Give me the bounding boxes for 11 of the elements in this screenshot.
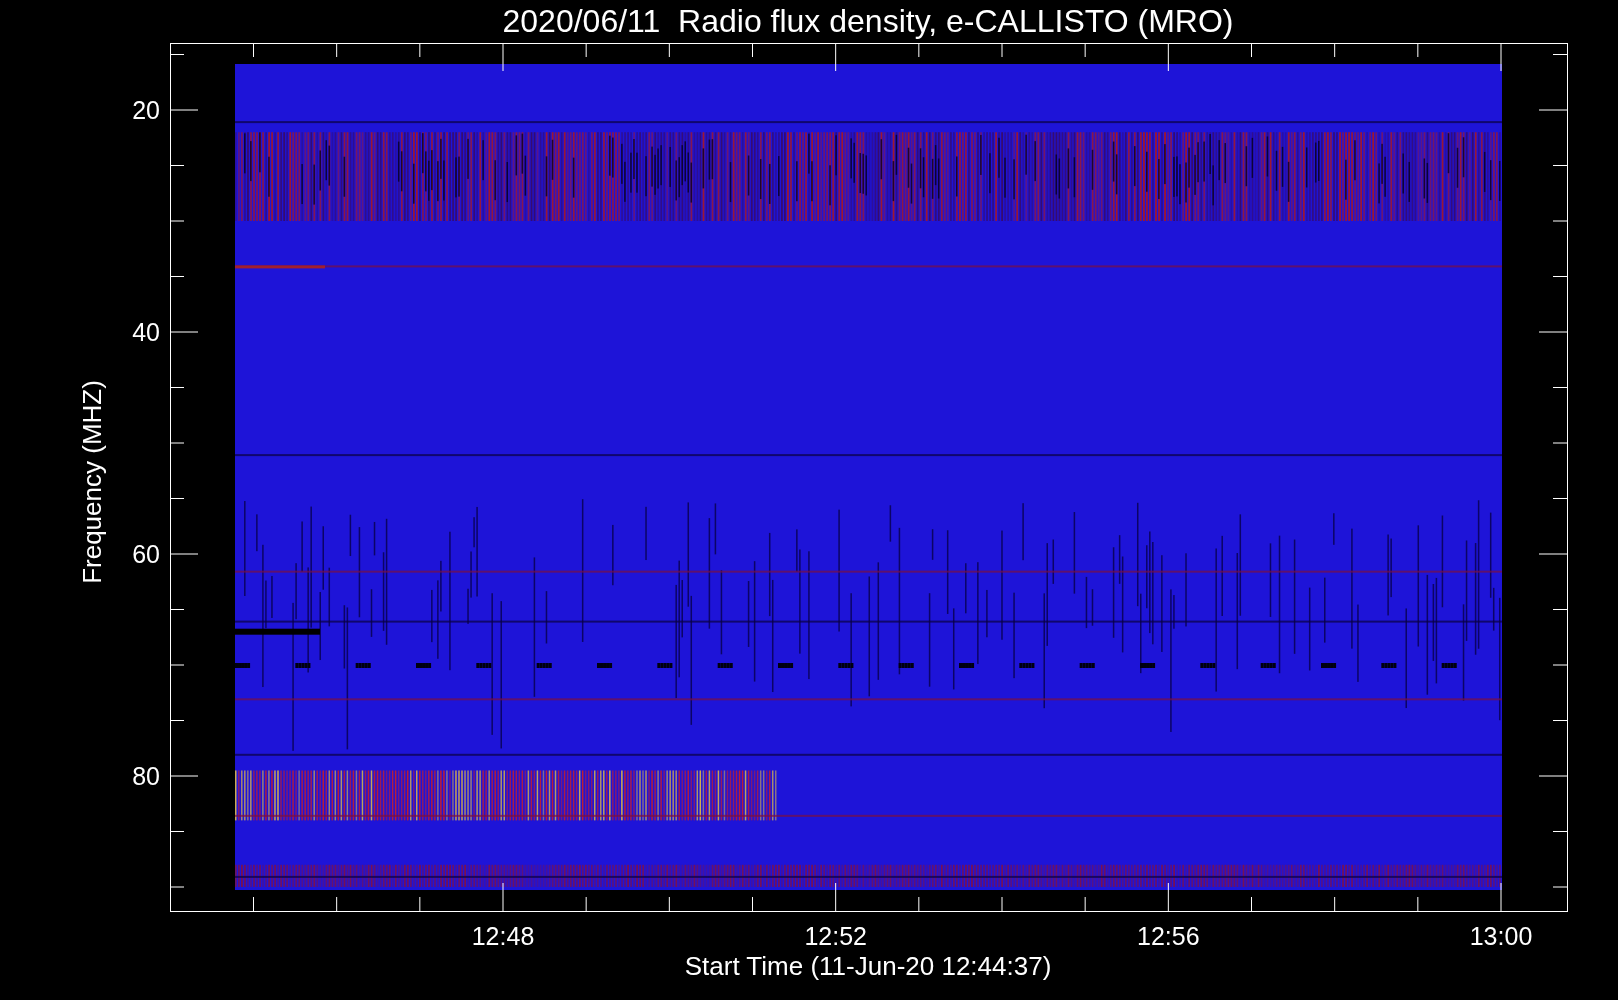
chart-title: 2020/06/11 Radio flux density, e-CALLISTO (MRO)	[502, 3, 1234, 39]
x-tick-label: 12:52	[804, 922, 867, 950]
x-axis-label: Start Time (11-Jun-20 12:44:37)	[684, 951, 1052, 981]
x-tick-label: 12:56	[1137, 922, 1200, 950]
y-tick-label: 60	[132, 540, 160, 568]
y-tick-label: 80	[132, 762, 160, 790]
y-tick-label: 20	[132, 96, 160, 124]
x-tick-label: 13:00	[1469, 922, 1533, 950]
y-axis-label: Frequency (MHZ)	[77, 380, 107, 584]
x-tick-label: 12:48	[471, 922, 535, 950]
y-tick-label: 40	[132, 318, 160, 346]
